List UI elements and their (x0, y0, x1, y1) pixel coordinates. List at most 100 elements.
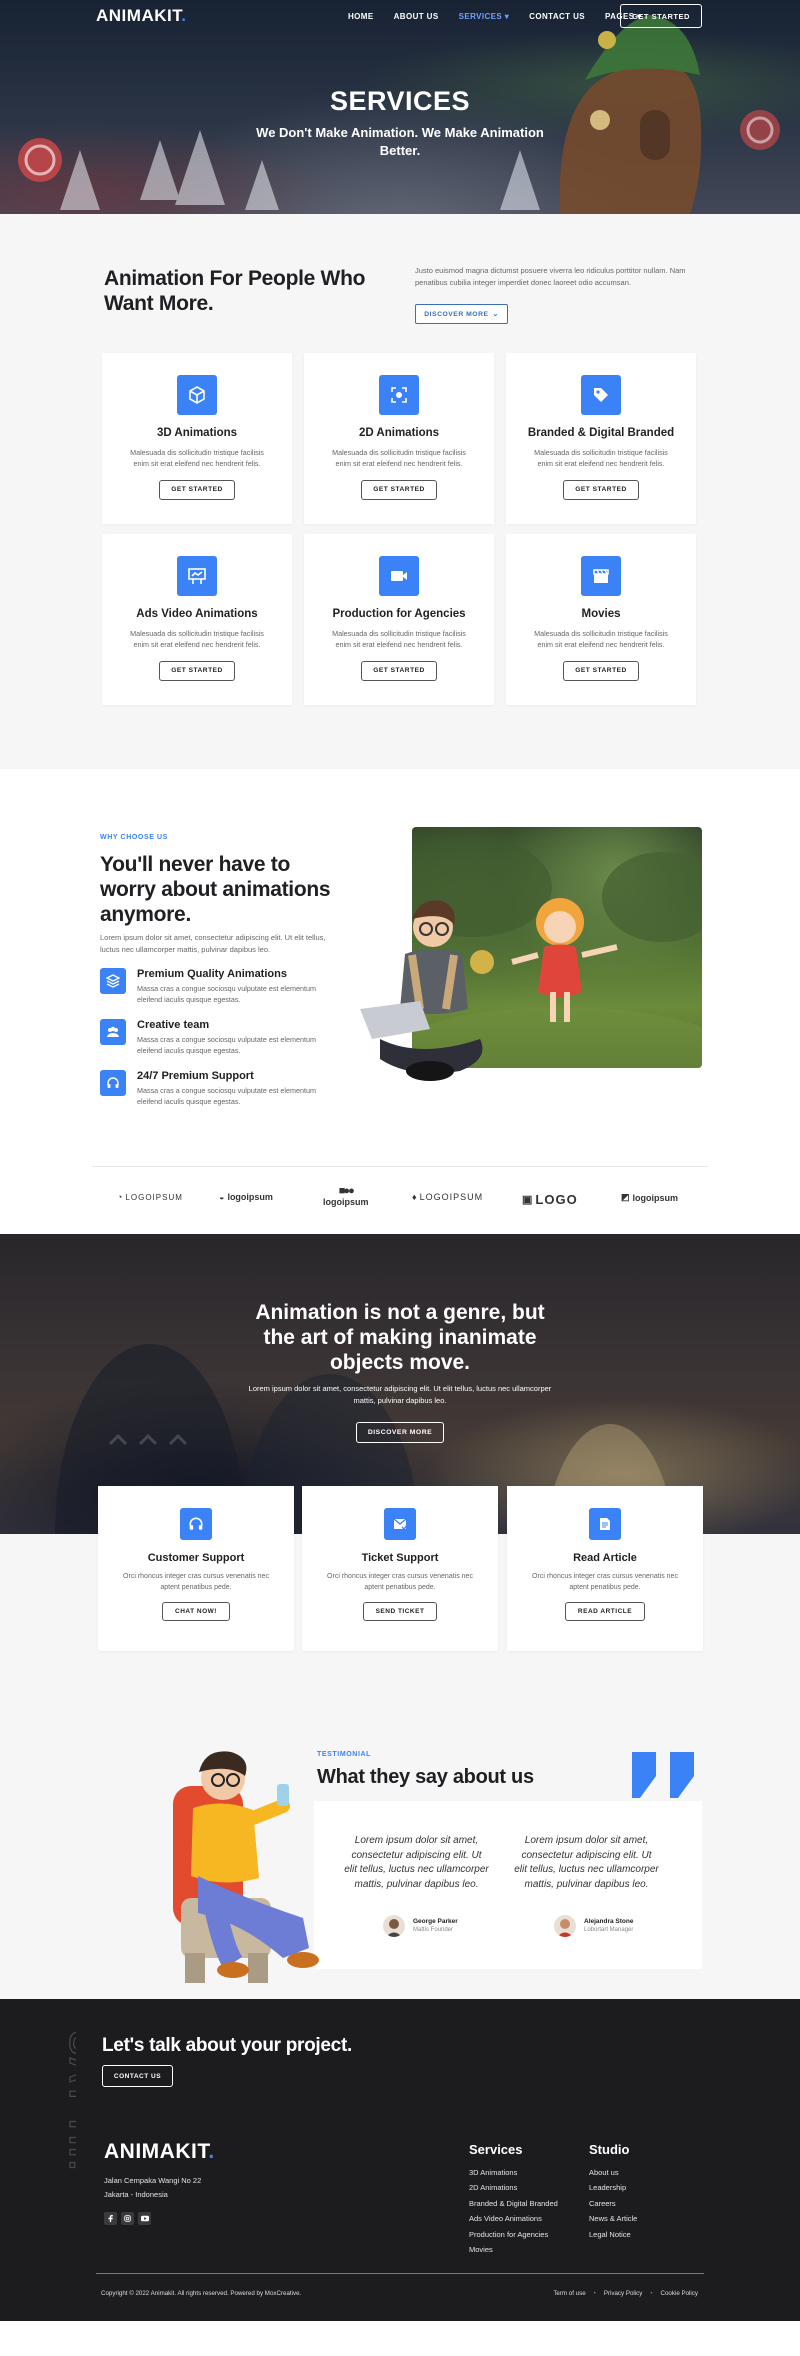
avatar (383, 1915, 405, 1937)
hero-subtitle: We Don't Make Animation. We Make Animati… (256, 125, 544, 158)
testimonial-quote: Lorem ipsum dolor sit amet, consectetur … (514, 1835, 659, 1890)
service-description: Malesuada dis sollicitudin tristique fac… (534, 629, 668, 649)
testimonial-section: TESTIMONIAL What they say about us Lorem… (0, 1734, 800, 1999)
nav-item-services[interactable]: SERVICES ▾ (459, 12, 510, 21)
feature-title: 24/7 Premium Support (137, 1070, 254, 1082)
quote-text: Lorem ipsum dolor sit amet, consectetur … (248, 1384, 552, 1405)
read-article-button[interactable]: READ ARTICLE (564, 1602, 646, 1621)
testimonial-box: Lorem ipsum dolor sit amet, consectetur … (314, 1801, 702, 1969)
services-description: Justo euismod magna dictumst posuere viv… (415, 266, 686, 287)
footer-logo[interactable]: ANIMAKIT. (104, 2140, 215, 2164)
footer-link[interactable]: Legal Notice (589, 2227, 637, 2242)
ticket-icon (384, 1508, 416, 1540)
site-footer: SAY HI! Let's talk about your project. C… (0, 1999, 800, 2321)
get-started-button[interactable]: GET STARTED (361, 660, 437, 681)
why-heading: You'll never have to worry about animati… (100, 853, 331, 926)
video-icon (379, 556, 419, 596)
footer-link[interactable]: Leadership (589, 2180, 637, 2195)
cookie-link[interactable]: Cookie Policy (661, 2290, 699, 2297)
service-title: Branded & Digital Branded (527, 427, 675, 439)
discover-more-button[interactable]: DISCOVER MORE ⌄ (415, 304, 508, 324)
service-title: Production for Agencies (332, 608, 466, 620)
service-title: Ads Video Animations (136, 608, 258, 620)
layers-icon (100, 968, 126, 994)
get-started-button[interactable]: GET STARTED (620, 4, 702, 28)
services-section: Animation For People Who Want More. Just… (0, 214, 800, 769)
footer-link[interactable]: 2D Animations (469, 2180, 558, 2195)
instagram-icon[interactable] (121, 2212, 134, 2225)
service-title: 3D Animations (156, 427, 238, 439)
facebook-icon[interactable] (104, 2212, 117, 2225)
legal-links: Term of use • Privacy Policy • Cookie Poli… (553, 2290, 698, 2297)
logo-mark-icon: ■●● (338, 1185, 355, 1197)
separator-dot: • (650, 2290, 653, 2297)
footer-divider (96, 2273, 704, 2274)
footer-link[interactable]: 3D Animations (469, 2165, 558, 2180)
service-card: Production for Agencies Malesuada dis so… (304, 534, 494, 705)
footer-services-column: Services 3D Animations 2D Animations Bra… (469, 2142, 558, 2257)
client-logo: ◒ logoipsum (219, 1192, 273, 1202)
team-icon (100, 1019, 126, 1045)
support-card: Customer Support Orci rhoncus integer cr… (98, 1486, 294, 1651)
address-line: Jakarta - Indonesia (104, 2190, 168, 2200)
terms-link[interactable]: Term of use (553, 2290, 585, 2297)
get-started-button[interactable]: GET STARTED (159, 660, 235, 681)
brand-logo[interactable]: ANIMAKIT. (96, 6, 186, 26)
feature-title: Creative team (137, 1019, 210, 1031)
support-description: Orci rhoncus integer cras cursus venenat… (532, 1573, 678, 1591)
address-line: Jalan Cempaka Wangi No 22 (104, 2176, 202, 2185)
chevron-down-icon: ⌄ (492, 311, 499, 318)
footer-link[interactable]: Careers (589, 2196, 637, 2211)
feature-description: Massa cras a congue sociosqu vulputate e… (137, 984, 316, 1005)
service-description: Malesuada dis sollicitudin tristique fac… (130, 448, 264, 468)
youtube-icon[interactable] (138, 2212, 151, 2225)
get-started-button[interactable]: GET STARTED (563, 660, 639, 681)
author-name: George Parker (413, 1918, 458, 1925)
separator-dot: • (593, 2290, 596, 2297)
get-started-button[interactable]: GET STARTED (361, 479, 437, 500)
support-description: Orci rhoncus integer cras cursus venenat… (123, 1573, 269, 1591)
support-section: Customer Support Orci rhoncus integer cr… (0, 1486, 800, 1734)
service-description: Malesuada dis sollicitudin tristique fac… (534, 448, 668, 468)
service-title: 2D Animations (358, 427, 440, 439)
client-logo: ▣ LOGO (522, 1192, 578, 1207)
clapperboard-icon (581, 556, 621, 596)
footer-link[interactable]: Ads Video Animations (469, 2211, 558, 2226)
why-choose-us-section: WHY CHOOSE US You'll never have to worry… (0, 769, 800, 1234)
footer-link[interactable]: About us (589, 2165, 637, 2180)
send-ticket-button[interactable]: SEND TICKET (362, 1602, 438, 1621)
support-title: Ticket Support (361, 1552, 439, 1564)
get-started-button[interactable]: GET STARTED (563, 479, 639, 500)
copyright-text: Copyright © 2022 Animakit. All rights re… (101, 2290, 302, 2297)
service-card: Branded & Digital Branded Malesuada dis … (506, 353, 696, 524)
nav-item-contact[interactable]: CONTACT US (529, 12, 585, 21)
footer-link[interactable]: News & Article (589, 2211, 637, 2226)
why-lead-text: Lorem ipsum dolor sit amet, consectetur … (100, 933, 326, 954)
get-started-button[interactable]: GET STARTED (159, 479, 235, 500)
service-description: Malesuada dis sollicitudin tristique fac… (332, 448, 466, 468)
headset-icon (180, 1508, 212, 1540)
nav-item-home[interactable]: HOME (348, 12, 374, 21)
feature-item: 24/7 Premium Support Massa cras a congue… (100, 1070, 340, 1110)
feature-description: Massa cras a congue sociosqu vulputate e… (137, 1035, 316, 1056)
service-card: Ads Video Animations Malesuada dis solli… (102, 534, 292, 705)
billboard-icon (177, 556, 217, 596)
footer-link[interactable]: Production for Agencies (469, 2227, 558, 2242)
contact-us-button[interactable]: CONTACT US (102, 2065, 173, 2087)
services-heading: Animation For People Who Want More. (104, 267, 366, 316)
chat-now-button[interactable]: CHAT NOW! (162, 1602, 230, 1621)
discover-more-button[interactable]: DISCOVER MORE (356, 1422, 444, 1443)
privacy-link[interactable]: Privacy Policy (604, 2290, 643, 2297)
focus-icon (379, 375, 419, 415)
nav-item-about[interactable]: ABOUT US (394, 12, 439, 21)
footer-link[interactable]: Branded & Digital Branded (469, 2196, 558, 2211)
logos-divider (92, 1166, 708, 1167)
feature-title: Premium Quality Animations (137, 968, 287, 980)
footer-link[interactable]: Movies (469, 2242, 558, 2257)
author-role: Lobortart Manager (584, 1927, 634, 1933)
headset-icon (100, 1070, 126, 1096)
feature-item: Premium Quality Animations Massa cras a … (100, 968, 340, 1008)
support-card: Ticket Support Orci rhoncus integer cras… (302, 1486, 498, 1651)
man-in-chair-illustration (173, 1751, 319, 1983)
client-logo: ◔ LOGOIPSUM (117, 1192, 183, 1202)
